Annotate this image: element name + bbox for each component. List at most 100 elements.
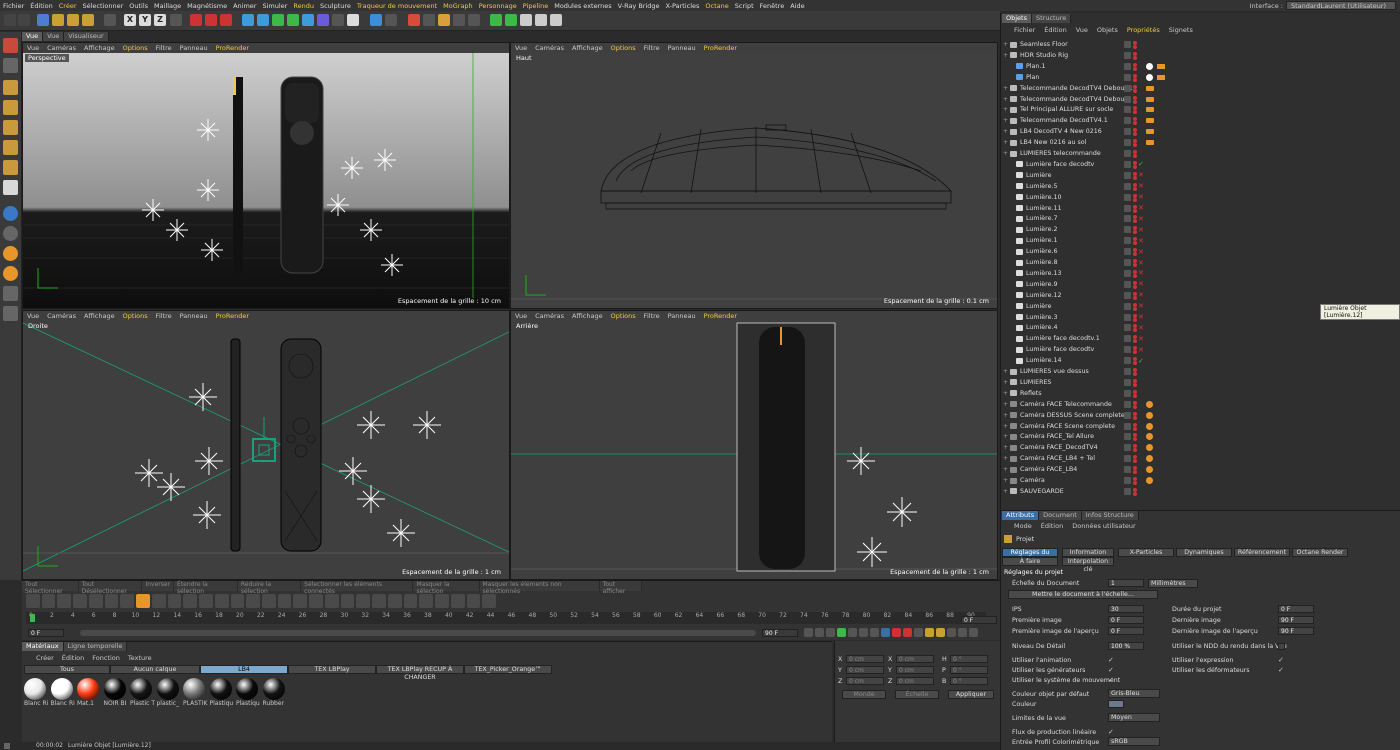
protection-tag-icon[interactable] xyxy=(1146,400,1153,408)
render-visibility-dot[interactable] xyxy=(1133,415,1137,420)
vp-menu-prorender[interactable]: ProRender xyxy=(700,312,741,320)
tool-icon[interactable] xyxy=(88,594,103,608)
light-enabled-icon[interactable]: ✕ xyxy=(1138,313,1144,321)
render-visibility-dot[interactable] xyxy=(1133,459,1137,464)
object-row[interactable]: + Caméra FACE Telecommande xyxy=(1000,399,1400,410)
floor-icon[interactable] xyxy=(317,14,329,26)
object-name[interactable]: Caméra FACE Telecommande xyxy=(1020,401,1112,408)
fps-field[interactable]: 30 xyxy=(1108,605,1144,613)
expand-icon[interactable]: + xyxy=(1003,139,1008,146)
texture-tag-icon[interactable] xyxy=(1157,74,1165,80)
material-tag-icon[interactable] xyxy=(1146,140,1154,146)
scale-unit-dropdown[interactable]: Millimètres xyxy=(1148,579,1198,588)
vp-menu-affichage[interactable]: Affichage xyxy=(80,312,119,320)
attribute-subtab[interactable]: Information xyxy=(1062,548,1114,557)
object-row[interactable]: + Telecommande DecodTV4 Debout.1 xyxy=(1000,83,1400,94)
object-color-dropdown[interactable]: Gris-Bleu xyxy=(1108,689,1160,698)
render-visibility-dot[interactable] xyxy=(1133,372,1137,376)
material-thumbnail[interactable] xyxy=(77,678,99,700)
current-frame-field[interactable]: 0 F xyxy=(28,629,64,637)
expand-icon[interactable]: + xyxy=(1003,52,1008,59)
obj-menu-proprietes[interactable]: Propriétés xyxy=(1127,26,1160,34)
protection-tag-icon[interactable] xyxy=(1146,466,1153,474)
object-name[interactable]: Caméra xyxy=(1020,477,1045,484)
light-enabled-icon[interactable]: ✕ xyxy=(1138,346,1144,354)
tool-icon[interactable] xyxy=(403,594,418,608)
coord-value-field[interactable]: 0 cm xyxy=(896,666,934,674)
visibility-toggle[interactable] xyxy=(1124,433,1131,441)
tool-icon[interactable] xyxy=(230,594,245,608)
scale-field[interactable]: 1 xyxy=(1108,579,1144,587)
tool-icon[interactable] xyxy=(324,594,339,608)
expand-icon[interactable]: + xyxy=(1003,455,1008,462)
playback-button[interactable] xyxy=(958,628,967,637)
layout-dropdown[interactable]: StandardLaurent (Utilisateur) xyxy=(1286,1,1396,10)
render-visibility-dot[interactable] xyxy=(1133,470,1137,475)
vp-menu-filtre[interactable]: Filtre xyxy=(152,312,176,320)
render-visibility-dot[interactable] xyxy=(1133,77,1137,82)
object-row[interactable]: + Seamless Floor xyxy=(1000,39,1400,50)
vray-light-icon[interactable] xyxy=(468,14,480,26)
visibility-toggle[interactable] xyxy=(1124,302,1131,310)
expand-icon[interactable]: + xyxy=(1003,41,1008,48)
tool-icon[interactable] xyxy=(277,594,292,608)
vp-menu-prorender[interactable]: ProRender xyxy=(212,44,253,52)
vp-menu-affichage[interactable]: Affichage xyxy=(568,44,607,52)
render-visibility-dot[interactable] xyxy=(1133,66,1137,71)
menu-item[interactable]: Traqueur de mouvement xyxy=(354,2,440,10)
visibility-toggle[interactable] xyxy=(1124,455,1131,463)
vp-menu-affichage[interactable]: Affichage xyxy=(80,44,119,52)
editor-visibility-dot[interactable] xyxy=(1133,302,1137,307)
tab-ligne-temporelle[interactable]: Ligne temporelle xyxy=(63,642,128,651)
tool-icon[interactable] xyxy=(450,594,465,608)
use-generators-checkbox[interactable]: ✓ xyxy=(1108,666,1114,674)
expand-icon[interactable]: + xyxy=(1003,488,1008,495)
material-tag-icon[interactable] xyxy=(1146,118,1154,124)
tool-icon[interactable] xyxy=(466,594,481,608)
coord-scale-dropdown[interactable]: Échelle xyxy=(895,690,939,699)
render-visibility-dot[interactable] xyxy=(1133,437,1137,442)
tool-icon[interactable] xyxy=(246,594,261,608)
object-row[interactable]: + Telecommande DecodTV4 Debout xyxy=(1000,94,1400,105)
object-row[interactable]: Lumière.1 ✕ xyxy=(1000,235,1400,246)
protection-tag-icon[interactable] xyxy=(1146,444,1153,452)
editor-visibility-dot[interactable] xyxy=(1133,313,1137,318)
object-row[interactable]: Lumière.12 ✕ xyxy=(1000,290,1400,301)
object-name[interactable]: Lumière.2 xyxy=(1026,226,1057,233)
xp-modifier-icon[interactable] xyxy=(438,14,450,26)
material-thumbnail[interactable] xyxy=(236,678,258,700)
mograph-cloner-icon[interactable] xyxy=(490,14,502,26)
object-row[interactable]: Lumière.8 ✕ xyxy=(1000,257,1400,268)
visibility-toggle[interactable] xyxy=(1124,139,1131,147)
vp-menu-cameras[interactable]: Caméras xyxy=(43,44,80,52)
tool-icon[interactable] xyxy=(419,594,434,608)
render-visibility-dot[interactable] xyxy=(1133,110,1137,115)
tool-icon[interactable] xyxy=(293,594,308,608)
material-thumbnail[interactable] xyxy=(209,678,232,700)
expand-icon[interactable]: + xyxy=(1003,412,1008,419)
vp-menu-vue[interactable]: Vue xyxy=(511,44,531,52)
light-enabled-icon[interactable]: ✕ xyxy=(1138,280,1144,288)
coord-value-field[interactable]: 0 ° xyxy=(950,666,988,674)
object-row[interactable]: Lumière.14 ✓ xyxy=(1000,355,1400,366)
object-name[interactable]: Lumière.10 xyxy=(1026,194,1062,201)
expand-icon[interactable]: + xyxy=(1003,423,1008,430)
camera-icon[interactable] xyxy=(332,14,344,26)
render-visibility-dot[interactable] xyxy=(1133,186,1137,191)
object-name[interactable]: Lumière.12 xyxy=(1026,292,1062,299)
render-visibility-dot[interactable] xyxy=(1133,317,1137,322)
filter-aucun-calque[interactable]: Aucun calque xyxy=(110,665,200,674)
attribute-subtab[interactable]: X-Particles xyxy=(1118,548,1174,557)
scale-tool-icon[interactable] xyxy=(67,14,79,26)
tab-infos-structure[interactable]: Infos Structure xyxy=(1081,511,1139,520)
tool-icon[interactable] xyxy=(387,594,402,608)
expand-icon[interactable]: + xyxy=(1003,128,1008,135)
vp-menu-options[interactable]: Options xyxy=(119,312,152,320)
object-row[interactable]: + HDR Studio Rig xyxy=(1000,50,1400,61)
protection-tag-icon[interactable] xyxy=(1146,411,1153,419)
attr-menu-edition[interactable]: Édition xyxy=(1041,522,1064,530)
mat-menu-fonction[interactable]: Fonction xyxy=(92,654,120,662)
grid-icon[interactable] xyxy=(3,286,18,301)
use-deformers-checkbox[interactable]: ✓ xyxy=(1278,666,1284,674)
visibility-toggle[interactable] xyxy=(1124,237,1131,245)
